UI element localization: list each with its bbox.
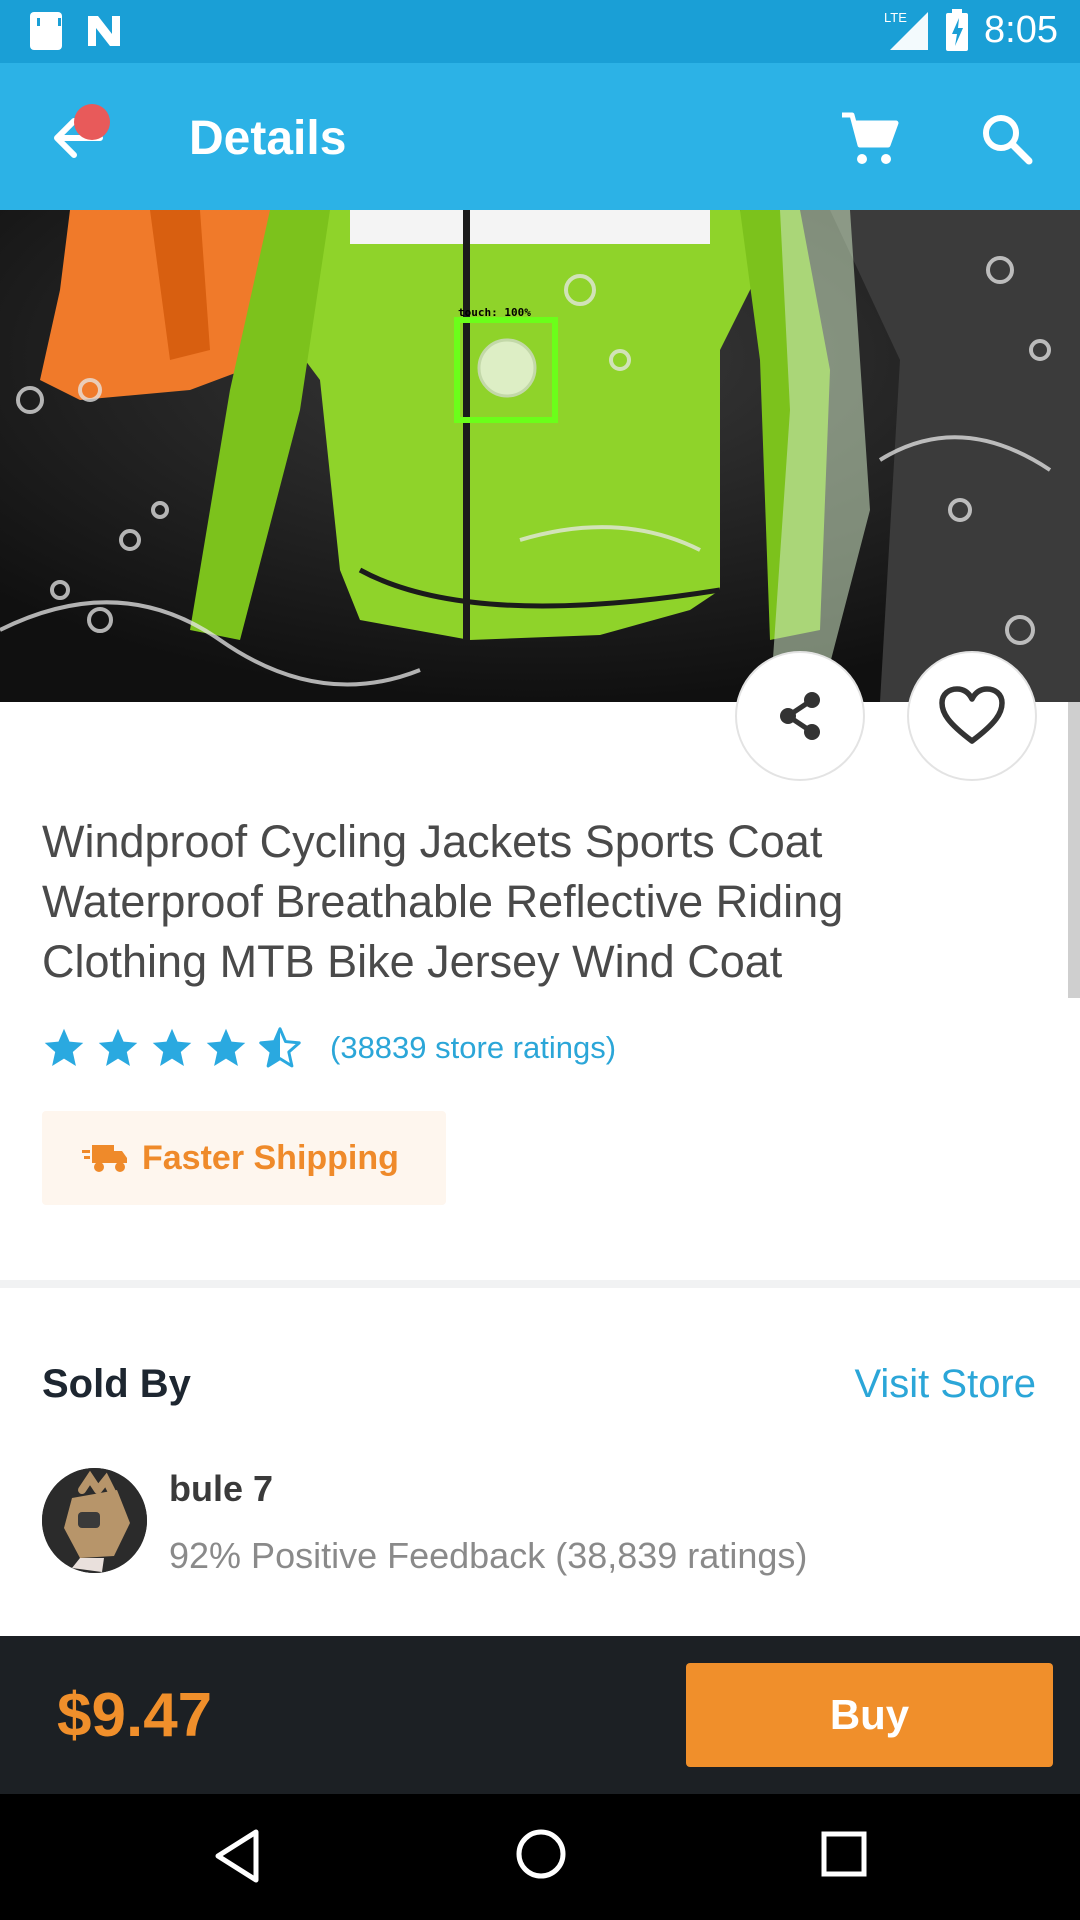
search-button[interactable] (975, 107, 1039, 171)
seller-avatar[interactable] (42, 1468, 147, 1573)
star-filled-icon (206, 1028, 246, 1066)
network-type-label: LTE (884, 10, 907, 25)
cart-button[interactable] (838, 107, 902, 171)
scrollbar[interactable] (1068, 702, 1080, 998)
notification-dot (74, 104, 110, 140)
nav-home-icon[interactable] (515, 1828, 567, 1880)
page-title: Details (189, 112, 347, 165)
product-image-art: touch: 100% (0, 210, 1080, 702)
system-nav-bar (0, 1794, 1080, 1920)
visit-store-link[interactable]: Visit Store (854, 1362, 1036, 1407)
faster-shipping-badge: Faster Shipping (42, 1111, 446, 1205)
product-image[interactable]: touch: 100% (0, 210, 1080, 702)
heart-icon (939, 686, 1005, 744)
star-filled-icon (98, 1028, 138, 1066)
glove-image (42, 1468, 147, 1573)
star-half-icon (259, 1027, 301, 1068)
status-time: 8:05 (984, 8, 1058, 51)
share-button[interactable] (735, 651, 865, 781)
favorite-button[interactable] (907, 651, 1037, 781)
star-filled-icon (44, 1028, 84, 1066)
buy-bar: $9.47 Buy (0, 1636, 1080, 1794)
status-bar: LTE 8:05 (0, 0, 1080, 63)
nav-back-icon[interactable] (212, 1828, 262, 1884)
sold-by-heading: Sold By (42, 1362, 191, 1406)
touch-indicator-label: touch: 100% (458, 306, 531, 319)
price: $9.47 (57, 1681, 213, 1750)
share-icon (780, 692, 820, 740)
star-filled-icon (152, 1028, 192, 1066)
nav-recents-icon[interactable] (820, 1830, 868, 1878)
buy-button[interactable]: Buy (686, 1663, 1053, 1767)
seller-name: bule 7 (169, 1468, 274, 1509)
seller-feedback: 92% Positive Feedback (38,839 ratings) (169, 1535, 808, 1576)
search-icon (983, 115, 1033, 165)
truck-icon (82, 1145, 127, 1172)
sd-card-icon (30, 12, 62, 50)
product-title: Windproof Cycling Jackets Sports Coat Wa… (42, 816, 844, 987)
lte-signal-icon: LTE (884, 10, 929, 50)
section-divider (0, 1280, 1080, 1288)
cart-icon (842, 112, 899, 164)
app-bar: Details (0, 63, 1080, 210)
store-ratings-link[interactable]: (38839 store ratings) (330, 1030, 616, 1066)
faster-shipping-label: Faster Shipping (142, 1138, 399, 1177)
n-icon (84, 12, 124, 50)
star-rating (42, 1026, 302, 1070)
rating-row: (38839 store ratings) (42, 1026, 616, 1070)
battery-charging-icon (946, 9, 969, 51)
